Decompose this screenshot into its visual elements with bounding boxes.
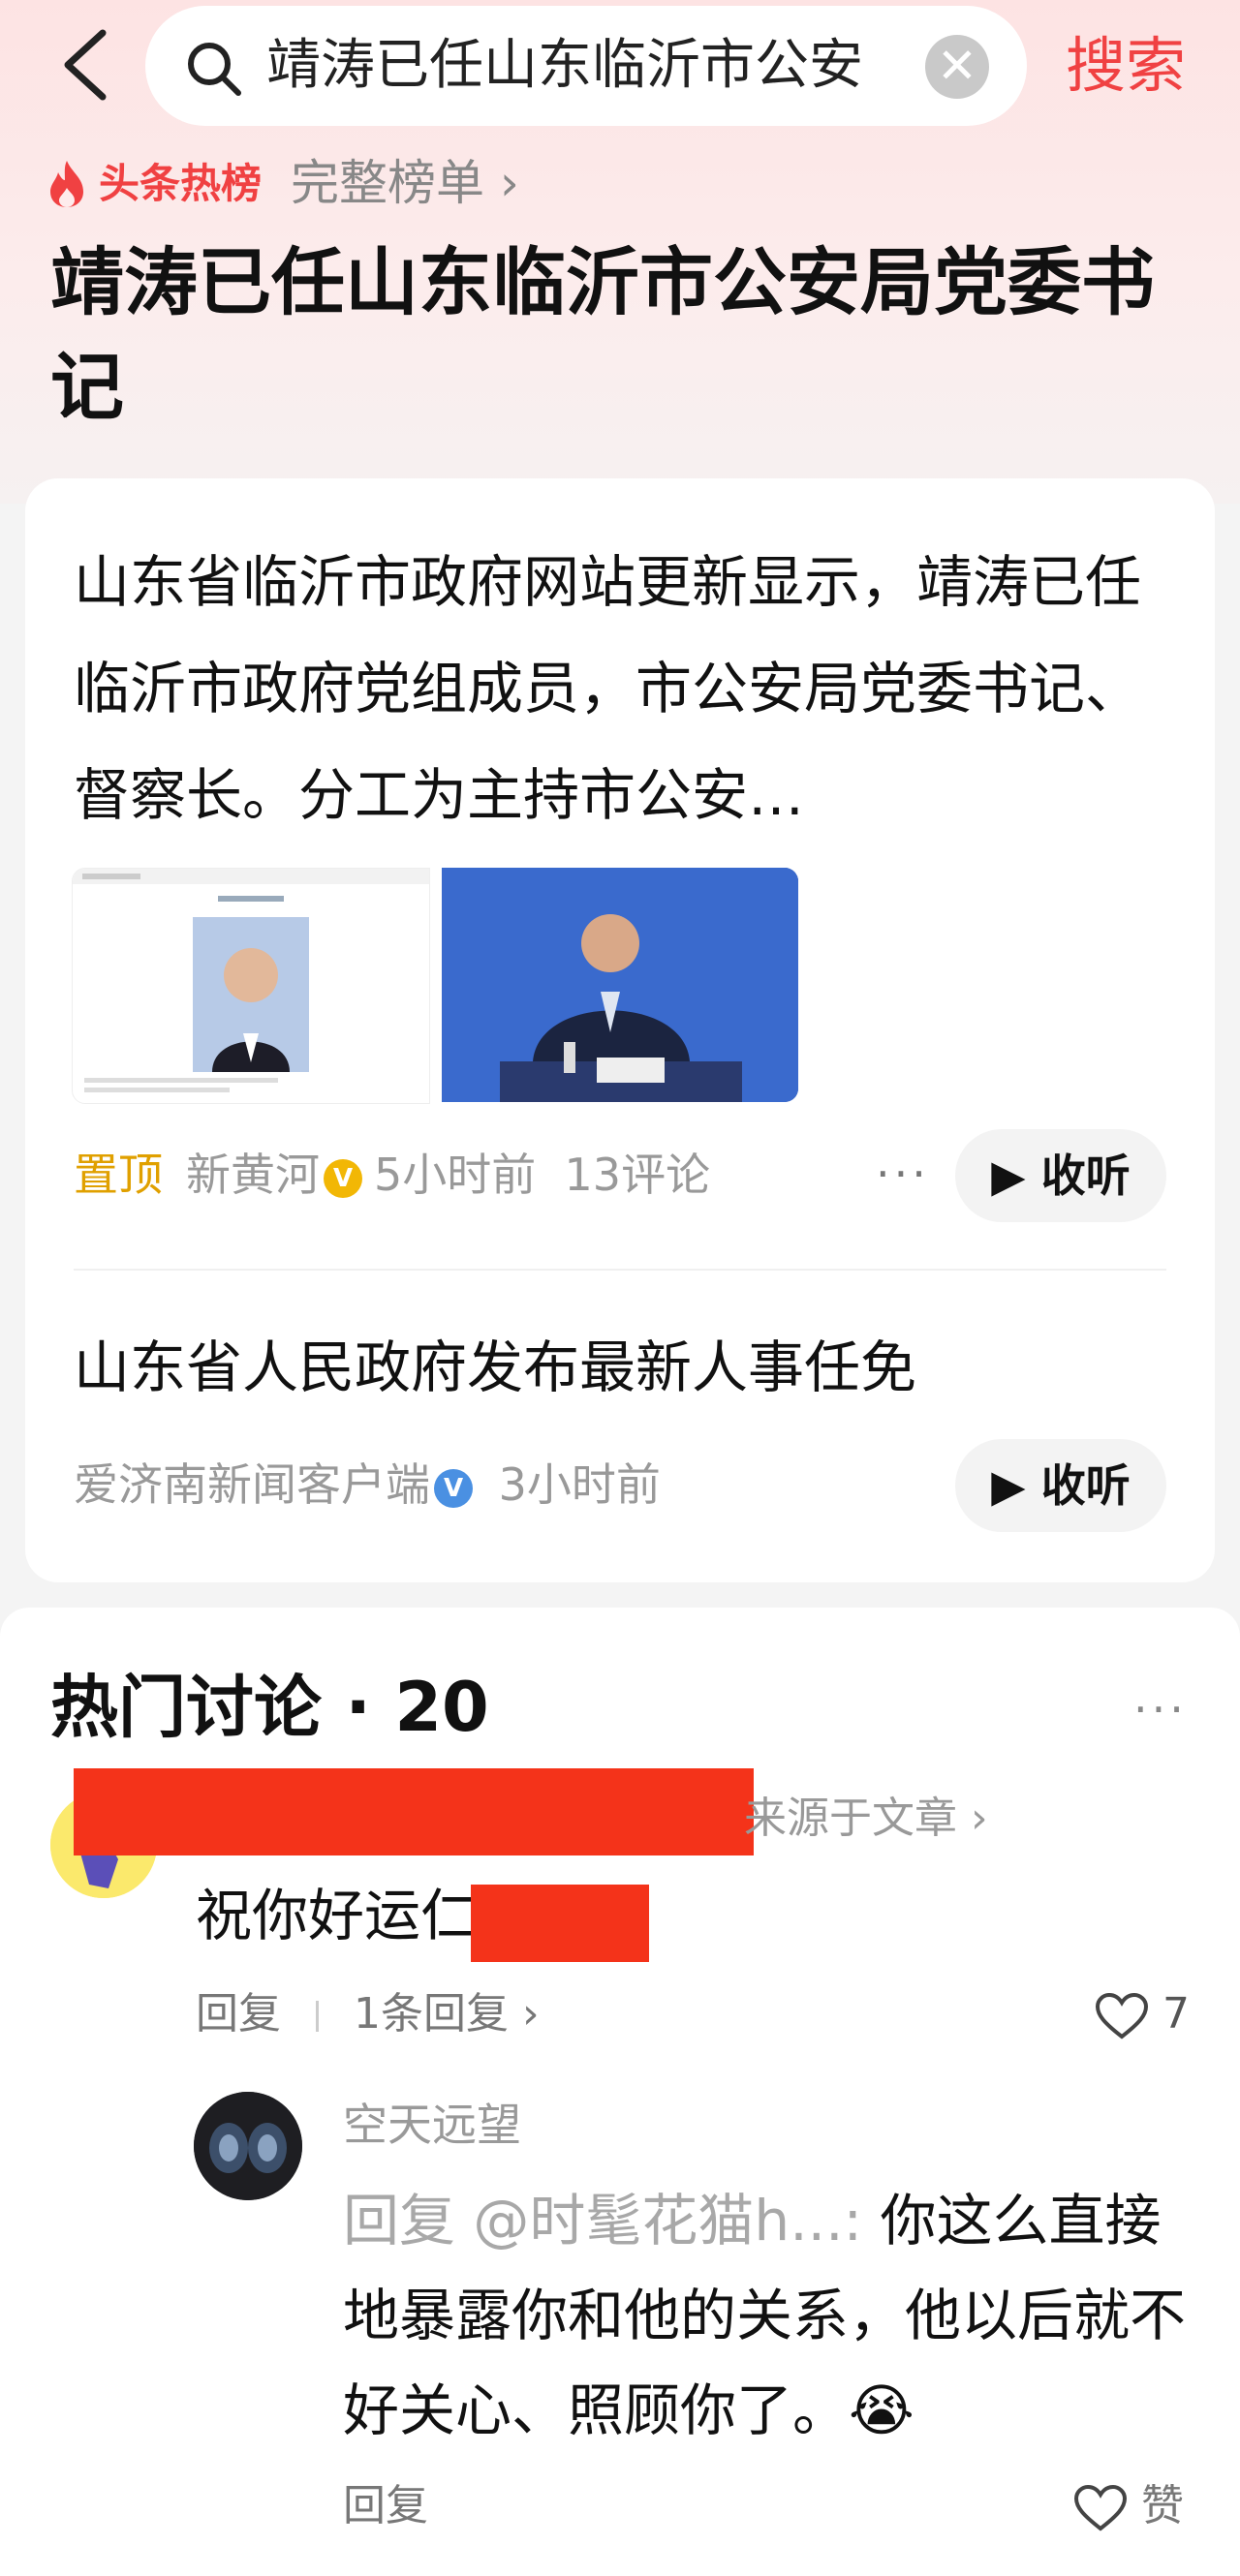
verified-badge-icon: V [324,1158,362,1198]
news-comments[interactable]: 13评论 [565,1149,711,1201]
press-conference-graphic [442,868,798,1102]
like-button[interactable]: 赞 [1073,2475,1184,2537]
heart-icon [1073,2484,1128,2531]
clear-search-icon[interactable]: ✕ [925,35,989,99]
reply-mention[interactable]: 回复 @时髦花猫h...: [343,2188,880,2254]
like-count: 7 [1162,1989,1190,2039]
reply-content: 回复 @时髦花猫h...: 你这么直接地暴露你和他的关系，他以后就不好关心、照顾… [343,2173,1195,2458]
avatar-graphic [194,2092,302,2200]
redaction-box [74,1768,754,1855]
news-summary[interactable]: 山东省临沂市政府网站更新显示，靖涛已任临沂市政府党组成员，市公安局党委书记、督察… [74,529,1178,848]
play-icon: ▶ [991,1150,1026,1202]
news-source-2[interactable]: 爱济南新闻客户端 [74,1458,430,1511]
verified-badge-icon: V [434,1468,473,1508]
divider [74,1269,1166,1271]
news-time-2: 3小时前 [498,1458,661,1511]
webpage-thumbnail-graphic [73,869,429,1092]
listen-label: 收听 [1040,1459,1131,1512]
comment-source-link[interactable]: 来源于文章 › [744,1790,988,1848]
full-list-link[interactable]: 完整榜单 › [291,153,519,213]
search-button[interactable]: 搜索 [1066,27,1186,105]
news-time: 5小时前 [374,1149,537,1201]
discussion-title: 热门讨论 · 20 [50,1668,489,1747]
divider [316,2001,319,2032]
avatar[interactable] [194,2092,302,2200]
play-icon: ▶ [991,1459,1026,1512]
news-source[interactable]: 新黄河 [186,1149,320,1201]
flame-icon [50,161,83,207]
news-image-press-conference[interactable] [442,868,798,1102]
redaction-box [471,1885,649,1962]
back-arrow-icon[interactable] [46,21,134,108]
hot-list-brand: 头条热榜 [99,160,263,207]
reply-username[interactable]: 空天远望 [343,2094,521,2156]
discussion-more-icon[interactable]: ··· [1133,1683,1188,1735]
more-options-icon[interactable]: ··· [876,1145,930,1203]
search-icon [188,43,241,96]
listen-button-2[interactable]: ▶ 收听 [955,1439,1166,1532]
search-input[interactable]: 靖涛已任山东临沂市公安 [266,27,891,105]
listen-button[interactable]: ▶ 收听 [955,1129,1166,1222]
news-meta-2: 爱济南新闻客户端 V 3小时前 [74,1453,661,1517]
news-meta: 置顶 新黄河 V 5小时前 13评论 [74,1143,710,1207]
heart-icon [1095,1992,1149,2039]
reply-button[interactable]: 回复 [343,2475,428,2537]
view-replies-link[interactable]: 1条回复 › [354,1989,540,2039]
reply-button[interactable]: 回复 [196,1989,281,2039]
like-button[interactable]: 7 [1095,1985,1190,2043]
news-title-2[interactable]: 山东省人民政府发布最新人事任免 [74,1329,916,1406]
pinned-label: 置顶 [74,1149,163,1201]
page-title: 靖涛已任山东临沂市公安局党委书记 [50,239,1155,430]
like-label: 赞 [1141,2481,1184,2530]
comment-actions: 回复 1条回复 › [196,1983,540,2045]
listen-label: 收听 [1040,1150,1131,1202]
news-image-webpage[interactable] [72,868,430,1104]
